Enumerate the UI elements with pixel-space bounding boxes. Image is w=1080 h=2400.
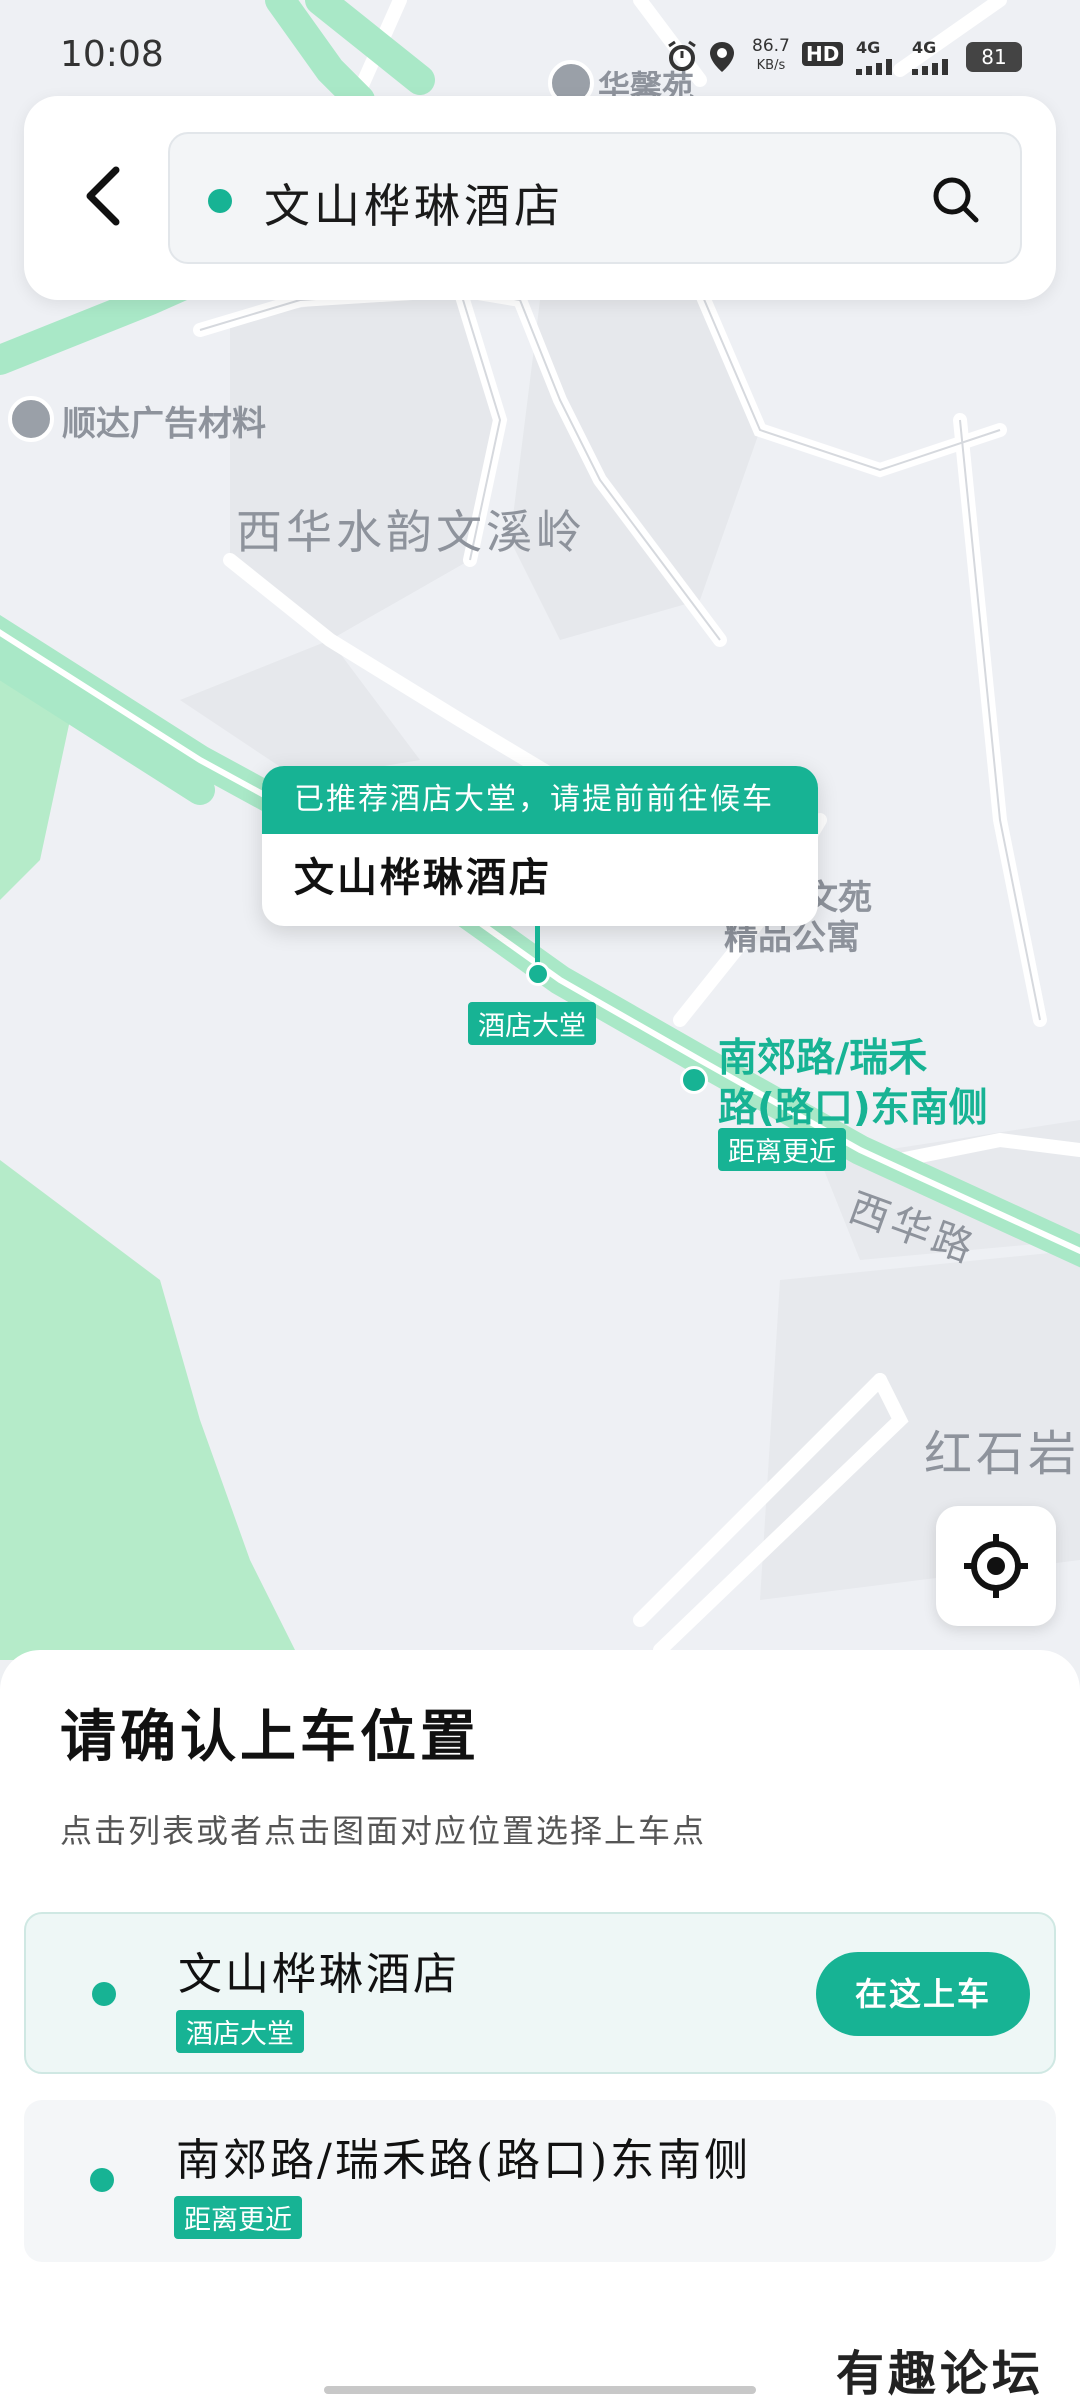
status-time: 10:08 — [60, 34, 164, 75]
battery-indicator: 81 — [966, 42, 1022, 72]
board-here-button[interactable]: 在这上车 — [816, 1952, 1030, 2036]
hd-badge: HD — [802, 42, 844, 76]
signal-bars-icon — [912, 59, 948, 75]
option-name: 南郊路/瑞禾路(路口)东南侧 — [176, 2135, 752, 2186]
chevron-left-icon — [86, 166, 120, 226]
pickup-pin[interactable] — [526, 962, 550, 986]
map-label-hongshiyan: 红石岩 — [924, 1426, 1080, 1482]
back-button[interactable] — [64, 156, 144, 236]
search-input[interactable]: 文山桦琳酒店 — [168, 132, 1022, 264]
callout-place-name: 文山桦琳酒店 — [294, 854, 552, 901]
alarm-icon — [666, 40, 698, 74]
sim2-signal: 4G — [912, 38, 956, 75]
pickup-callout[interactable]: 已推荐酒店大堂，请提前前往候车 文山桦琳酒店 — [262, 766, 818, 926]
alt-pickup-pin[interactable] — [680, 1066, 708, 1094]
net-speed-unit: KB/s — [756, 58, 786, 73]
shop-poi-icon — [8, 396, 54, 442]
home-indicator[interactable] — [324, 2386, 756, 2394]
net-speed: 86.7 KB/s — [752, 36, 790, 73]
alt-pickup-label[interactable]: 南郊路/瑞禾 路(路口)东南侧 — [718, 1034, 1038, 1134]
pickup-option-hotel[interactable]: 文山桦琳酒店 酒店大堂 在这上车 — [24, 1912, 1056, 2074]
map-label-shunda: 顺达广告材料 — [62, 404, 266, 444]
net-speed-value: 86.7 — [752, 36, 790, 56]
alt-label-line2: 路(路口)东南侧 — [718, 1086, 988, 1131]
locate-me-button[interactable] — [936, 1506, 1056, 1626]
option-tag: 酒店大堂 — [176, 2010, 304, 2053]
sheet-title: 请确认上车位置 — [60, 1704, 480, 1770]
pickup-sheet: 请确认上车位置 点击列表或者点击图面对应位置选择上车点 文山桦琳酒店 酒店大堂 … — [0, 1650, 1080, 2400]
signal-bars-icon — [856, 59, 892, 75]
alt-label-line1: 南郊路/瑞禾 — [718, 1036, 928, 1081]
sim1-label: 4G — [856, 38, 881, 57]
crosshair-icon — [964, 1534, 1028, 1598]
watermark: 有趣论坛 — [836, 2346, 1045, 2400]
option-tag: 距离更近 — [174, 2196, 302, 2239]
destination-dot-icon — [208, 189, 232, 213]
option-dot-icon — [90, 2168, 114, 2192]
option-dot-icon — [92, 1982, 116, 2006]
pickup-pin-tag: 酒店大堂 — [468, 1002, 596, 1045]
map-label-community: 西华水韵文溪岭 — [236, 505, 586, 559]
location-icon — [708, 40, 736, 74]
search-value: 文山桦琳酒店 — [264, 179, 564, 233]
callout-banner: 已推荐酒店大堂，请提前前往候车 — [262, 766, 818, 834]
pickup-option-intersection[interactable]: 南郊路/瑞禾路(路口)东南侧 距离更近 — [24, 2100, 1056, 2262]
sheet-subtitle: 点击列表或者点击图面对应位置选择上车点 — [60, 1812, 707, 1850]
search-icon[interactable] — [930, 174, 982, 226]
sim1-signal: 4G — [856, 38, 900, 75]
option-name: 文山桦琳酒店 — [178, 1949, 460, 2000]
status-bar: 10:08 86.7 KB/s HD 4G 4G 81 — [0, 0, 1080, 100]
sim2-label: 4G — [912, 38, 937, 57]
hd-label: HD — [802, 42, 844, 66]
alt-pickup-tag: 距离更近 — [718, 1128, 846, 1171]
search-card: 文山桦琳酒店 — [24, 96, 1056, 300]
